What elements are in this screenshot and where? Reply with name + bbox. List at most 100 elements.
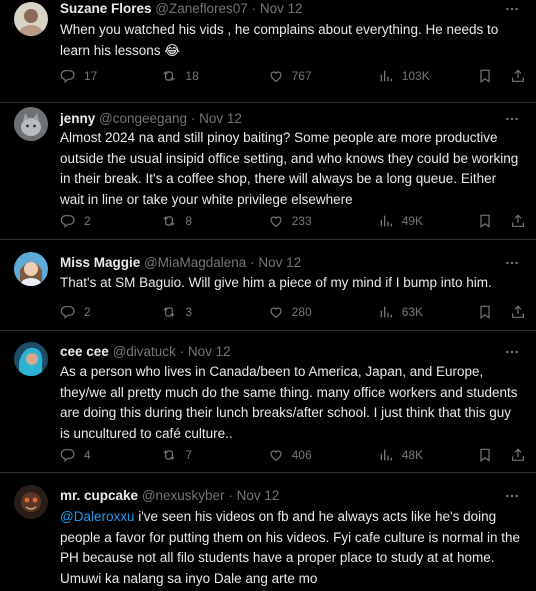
share-button[interactable]: [510, 213, 526, 229]
more-icon[interactable]: [500, 253, 524, 273]
reply-count: 4: [84, 448, 91, 462]
retweet-button[interactable]: 8: [161, 213, 267, 229]
views-button[interactable]: 103K: [378, 68, 477, 84]
reply-button[interactable]: 17: [60, 68, 161, 84]
views-button[interactable]: 48K: [378, 447, 477, 463]
reply-tweet[interactable]: cee cee @divatuck · Nov 12 As a person w…: [0, 331, 536, 473]
reply-count: 2: [84, 214, 91, 228]
reply-button[interactable]: 2: [60, 304, 161, 320]
bookmark-button[interactable]: [477, 213, 510, 229]
reply-icon: [60, 447, 76, 463]
retweet-icon: [161, 213, 177, 229]
author-name[interactable]: cee cee: [60, 344, 109, 359]
bookmark-icon: [477, 304, 493, 320]
author-handle[interactable]: @congeegang: [99, 111, 187, 126]
author-name[interactable]: Miss Maggie: [60, 255, 140, 270]
tweet-date[interactable]: Nov 12: [260, 1, 303, 16]
like-icon: [268, 213, 284, 229]
share-icon: [510, 213, 526, 229]
avatar[interactable]: [14, 107, 48, 141]
tweet-date[interactable]: Nov 12: [188, 344, 231, 359]
author-handle[interactable]: @MiaMagdalena: [144, 255, 246, 270]
reply-count: 17: [84, 69, 98, 83]
share-button[interactable]: [510, 447, 526, 463]
tweet-actions: 2 8 233 49K: [60, 211, 526, 231]
tweet-header: Miss Maggie @MiaMagdalena · Nov 12: [60, 253, 496, 273]
tweet-date[interactable]: Nov 12: [258, 255, 301, 270]
share-icon: [510, 68, 526, 84]
avatar[interactable]: [14, 252, 48, 286]
like-count: 233: [291, 214, 312, 228]
view-count: 49K: [401, 214, 424, 228]
views-icon: [378, 304, 394, 320]
view-count: 48K: [401, 448, 424, 462]
tweet-text: When you watched his vids , he complains…: [60, 22, 499, 58]
tweet-header: Suzane Flores @Zaneflores07 · Nov 12: [60, 0, 496, 19]
like-button[interactable]: 280: [268, 304, 378, 320]
more-icon[interactable]: [500, 342, 524, 362]
share-button[interactable]: [510, 68, 526, 84]
reply-tweet[interactable]: Suzane Flores @Zaneflores07 · Nov 12 Whe…: [0, 0, 536, 103]
reply-tweet[interactable]: jenny @congeegang · Nov 12 Almost 2024 n…: [0, 103, 536, 240]
more-icon[interactable]: [500, 486, 524, 506]
bookmark-icon: [477, 213, 493, 229]
views-button[interactable]: 63K: [378, 304, 477, 320]
author-handle[interactable]: @Zaneflores07: [155, 1, 248, 16]
more-icon[interactable]: [500, 109, 524, 129]
bookmark-icon: [477, 68, 493, 84]
more-icon[interactable]: [500, 0, 524, 19]
share-button[interactable]: [510, 304, 526, 320]
avatar[interactable]: [14, 342, 48, 376]
bookmark-icon: [477, 447, 493, 463]
author-handle[interactable]: @nexuskyber: [142, 488, 225, 503]
views-icon: [378, 447, 394, 463]
separator: ·: [228, 488, 233, 503]
retweet-button[interactable]: 3: [161, 304, 267, 320]
reply-tweet[interactable]: Miss Maggie @MiaMagdalena · Nov 12 That'…: [0, 240, 536, 331]
author-handle[interactable]: @divatuck: [113, 344, 176, 359]
retweet-count: 3: [185, 305, 193, 319]
like-count: 280: [291, 305, 312, 319]
reply-count: 2: [84, 305, 91, 319]
retweet-button[interactable]: 7: [161, 447, 267, 463]
like-icon: [268, 447, 284, 463]
share-icon: [510, 447, 526, 463]
tweet-text: Almost 2024 na and still pinoy baiting? …: [60, 130, 519, 207]
view-count: 103K: [401, 69, 430, 83]
tweet-header: mr. cupcake @nexuskyber · Nov 12: [60, 486, 496, 506]
views-icon: [378, 68, 394, 84]
reply-icon: [60, 68, 76, 84]
author-name[interactable]: Suzane Flores: [60, 1, 152, 16]
like-count: 767: [291, 69, 312, 83]
tweet-date[interactable]: Nov 12: [199, 111, 242, 126]
retweet-count: 7: [185, 448, 193, 462]
reply-button[interactable]: 2: [60, 213, 161, 229]
bookmark-button[interactable]: [477, 447, 510, 463]
retweet-icon: [161, 68, 177, 84]
tweet-header: jenny @congeegang · Nov 12: [60, 109, 496, 129]
avatar[interactable]: [14, 2, 48, 36]
separator: ·: [190, 111, 196, 126]
reply-tweet[interactable]: mr. cupcake @nexuskyber · Nov 12 @Dalero…: [0, 473, 536, 591]
tweet-text: @Daleroxxu i've seen his videos on fb an…: [60, 507, 520, 589]
tweet-actions: 4 7 406 48K: [60, 445, 526, 465]
view-count: 63K: [401, 305, 424, 319]
avatar[interactable]: [14, 485, 48, 519]
bookmark-button[interactable]: [477, 304, 510, 320]
tweet-date[interactable]: Nov 12: [237, 488, 280, 503]
author-name[interactable]: jenny: [60, 111, 95, 126]
like-button[interactable]: 767: [268, 68, 378, 84]
bookmark-button[interactable]: [477, 68, 510, 84]
retweet-icon: [161, 304, 177, 320]
author-name[interactable]: mr. cupcake: [60, 488, 138, 503]
separator: ·: [179, 344, 185, 359]
like-button[interactable]: 233: [268, 213, 378, 229]
views-button[interactable]: 49K: [378, 213, 477, 229]
retweet-count: 18: [185, 69, 199, 83]
like-button[interactable]: 406: [268, 447, 378, 463]
views-icon: [378, 213, 394, 229]
reply-button[interactable]: 4: [60, 447, 161, 463]
separator: ·: [250, 255, 255, 270]
retweet-button[interactable]: 18: [161, 68, 267, 84]
mention-link[interactable]: @Daleroxxu: [60, 509, 134, 524]
